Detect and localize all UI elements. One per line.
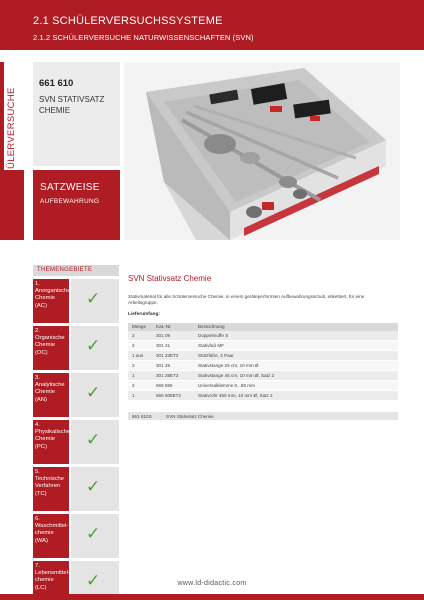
theme-label: 1. Anorganische Chemie (AC) — [33, 279, 70, 323]
table-cell: Stativfuß MF — [194, 340, 398, 352]
delivery-scope-label: Lieferumfang: — [128, 311, 160, 317]
theme-label: 6. Waschmittel- chemie (WA) — [33, 514, 69, 558]
table-cell: 2 — [128, 380, 152, 392]
product-details: SVN Stativsatz Chemie Stativmaterial für… — [128, 274, 400, 402]
table-cell: 2 — [128, 340, 152, 352]
theme-row-tc: 5. Technische Verfahren (TC) ✓ — [33, 467, 119, 511]
column-header: Kat.-Nr. — [152, 322, 194, 331]
product-title-box: 661 610 SVN STATIVSATZ CHEMIE — [33, 62, 120, 166]
storage-subtitle: AUFBEWAHRUNG — [40, 198, 100, 205]
table-row: 2 301 21 Stativfuß MF — [128, 340, 398, 352]
theme-row-an: 3. Analytische Chemie (AN) ✓ — [33, 373, 119, 417]
theme-check-cell: ✓ — [71, 326, 119, 370]
table-cell: 301 21 — [152, 340, 194, 352]
table-cell: 301 28ET2 — [152, 370, 194, 382]
table-cell: 301 26 — [152, 360, 194, 372]
checkmark-icon: ✓ — [86, 524, 101, 543]
table-cell: 301 23ET2 — [152, 350, 194, 362]
contents-table: Menge Kat.-Nr. Bezeichnung 2 301 09 Dopp… — [128, 322, 398, 402]
storage-box: SATZWEISE AUFBEWAHRUNG — [33, 170, 120, 240]
footer-bar — [0, 594, 424, 600]
theme-label: 3. Analytische Chemie (AN) — [33, 373, 69, 417]
theme-row-wa: 6. Waschmittel- chemie (WA) ✓ — [33, 514, 119, 558]
storage-title: SATZWEISE — [40, 182, 100, 193]
theme-label: 2. Organische Chemie (OC) — [33, 326, 69, 370]
table-header-row: Menge Kat.-Nr. Bezeichnung — [128, 322, 398, 331]
table-row: 1 aus 301 23ET2 Stützfüße, 2 Paar — [128, 350, 398, 362]
order-number: 661 610S — [128, 412, 162, 420]
footer-url[interactable]: www.ld-didactic.com — [0, 580, 424, 587]
table-cell: 666 609ET2 — [152, 390, 194, 402]
checkmark-icon: ✓ — [86, 477, 101, 496]
checkmark-icon: ✓ — [86, 289, 101, 308]
table-cell: Stativstange 25 cm, 10 mm Ø — [194, 360, 398, 372]
themes-panel: THEMENGEBIETE 1. Anorganische Chemie (AC… — [33, 265, 119, 600]
table-row: 1 301 28ET2 Stativstange 45 cm, 10 mm Ø,… — [128, 370, 398, 382]
table-cell: 1 — [128, 390, 152, 402]
table-cell: 1 aus — [128, 350, 152, 362]
product-photo — [124, 62, 400, 240]
themes-header: THEMENGEBIETE — [33, 265, 119, 276]
theme-row-pc: 4. Physikalische Chemie (PC) ✓ — [33, 420, 119, 464]
side-red-block — [0, 170, 24, 240]
page-header: 2.1 SCHÜLERVERSUCHSSYSTEME 2.1.2 SCHÜLER… — [0, 0, 424, 50]
theme-label: 4. Physikalische Chemie (PC) — [33, 420, 70, 464]
theme-row-ac: 1. Anorganische Chemie (AC) ✓ — [33, 279, 119, 323]
table-cell: 1 — [128, 370, 152, 382]
table-cell: 2 — [128, 360, 152, 372]
checkmark-icon: ✓ — [86, 430, 101, 449]
storage-tray-illustration — [124, 62, 400, 240]
table-cell: Universalklemme 0...80 mm — [194, 380, 398, 392]
theme-check-cell: ✓ — [71, 373, 119, 417]
checkmark-icon: ✓ — [86, 383, 101, 402]
theme-check-cell: ✓ — [71, 279, 119, 323]
column-header: Bezeichnung — [194, 322, 398, 331]
table-cell: 301 09 — [152, 330, 194, 342]
table-row: 2 301 09 Doppelmuffe S — [128, 330, 398, 342]
table-cell: Stützfüße, 2 Paar — [194, 350, 398, 362]
table-row: 1 666 609ET2 Stativrohr 450 mm, 10 mm Ø,… — [128, 390, 398, 402]
section-title: 2.1 SCHÜLERVERSUCHSSYSTEME — [33, 15, 223, 27]
product-heading: SVN Stativsatz Chemie — [128, 274, 212, 283]
order-name: SVN Stativsatz Chemie — [162, 412, 398, 420]
product-description: Stativmaterial für alle Schülerversuche … — [128, 294, 365, 306]
section-subtitle: 2.1.2 SCHÜLERVERSUCHE NATURWISSENSCHAFTE… — [33, 33, 254, 42]
theme-check-cell: ✓ — [71, 467, 119, 511]
column-header: Menge — [128, 322, 152, 331]
theme-check-cell: ✓ — [71, 514, 119, 558]
table-cell: 2 — [128, 330, 152, 342]
table-cell: Stativstange 45 cm, 10 mm Ø, Satz 2 — [194, 370, 398, 382]
table-row: 2 301 26 Stativstange 25 cm, 10 mm Ø — [128, 360, 398, 372]
table-cell: Doppelmuffe S — [194, 330, 398, 342]
table-cell: 666 555 — [152, 380, 194, 392]
checkmark-icon: ✓ — [86, 336, 101, 355]
product-number: 661 610 — [39, 78, 74, 89]
order-row: 661 610S SVN Stativsatz Chemie — [128, 412, 398, 420]
theme-check-cell: ✓ — [71, 420, 119, 464]
theme-row-oc: 2. Organische Chemie (OC) ✓ — [33, 326, 119, 370]
table-row: 2 666 555 Universalklemme 0...80 mm — [128, 380, 398, 392]
table-cell: Stativrohr 450 mm, 10 mm Ø, Satz 2 — [194, 390, 398, 402]
order-table: 661 610S SVN Stativsatz Chemie — [128, 412, 398, 420]
product-name: SVN STATIVSATZ CHEMIE — [39, 95, 105, 115]
theme-label: 5. Technische Verfahren (TC) — [33, 467, 69, 511]
